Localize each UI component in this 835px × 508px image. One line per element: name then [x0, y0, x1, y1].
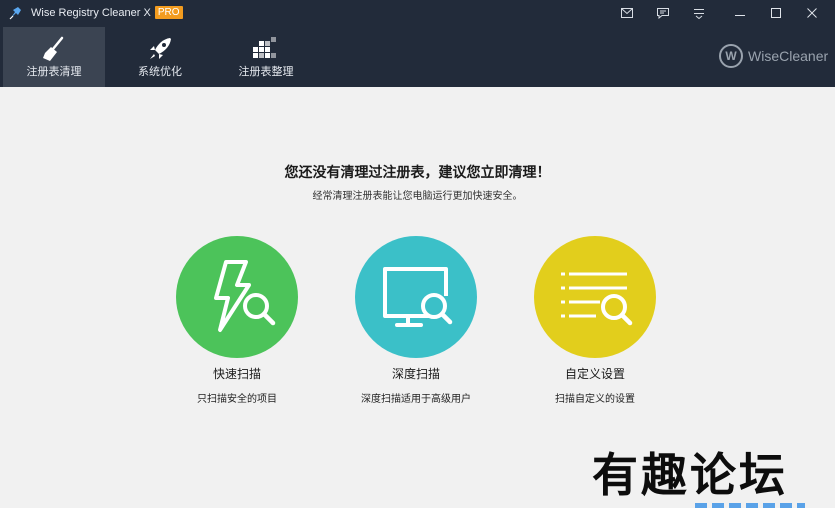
maximize-button[interactable] — [758, 0, 794, 26]
settings-menu-button[interactable] — [681, 0, 717, 26]
minimize-button[interactable] — [722, 0, 758, 26]
app-title: Wise Registry Cleaner X PRO — [31, 6, 183, 20]
app-logo-icon — [9, 7, 21, 20]
maximize-icon — [771, 8, 781, 18]
mail-button[interactable] — [609, 0, 645, 26]
app-header: Wise Registry Cleaner X PRO 注册表清理 系统优化 注… — [0, 0, 835, 87]
tab-registry-cleaner[interactable]: 注册表清理 — [3, 27, 105, 87]
tab-label: 系统优化 — [138, 65, 182, 78]
monitor-search-icon — [383, 267, 453, 327]
headline: 您还没有清理过注册表，建议您立即清理！ — [284, 165, 551, 181]
deep-scan-title: 深度扫描 — [391, 367, 440, 381]
lightning-search-icon — [214, 260, 276, 332]
minimize-icon — [735, 15, 745, 16]
custom-settings-title: 自定义设置 — [564, 367, 625, 381]
deep-scan-button[interactable] — [355, 236, 477, 358]
custom-settings-button[interactable] — [534, 236, 656, 358]
tab-label: 注册表清理 — [26, 65, 82, 78]
broom-icon — [43, 36, 64, 61]
deep-scan-option[interactable]: 深度扫描 深度扫描适用于高级用户 — [336, 236, 496, 416]
tab-registry-defrag[interactable]: 注册表整理 — [215, 27, 317, 87]
list-search-icon — [561, 272, 633, 326]
watermark-strip — [695, 503, 805, 508]
custom-settings-option[interactable]: 自定义设置 扫描自定义的设置 — [515, 236, 675, 416]
wisecleaner-logo[interactable]: W WiseCleaner — [719, 44, 828, 68]
quick-scan-button[interactable] — [176, 236, 298, 358]
wisecleaner-name: WiseCleaner — [748, 48, 829, 64]
subline: 经常清理注册表能让您电脑运行更加快速安全。 — [312, 191, 523, 202]
tab-system-optimize[interactable]: 系统优化 — [109, 27, 211, 87]
deep-scan-desc: 深度扫描适用于高级用户 — [361, 394, 471, 405]
settings-menu-icon — [694, 8, 704, 19]
tab-label: 注册表整理 — [238, 65, 294, 78]
feedback-icon — [657, 7, 669, 19]
quick-scan-title: 快速扫描 — [212, 367, 261, 381]
title-bar[interactable]: Wise Registry Cleaner X PRO — [0, 0, 835, 26]
app-name: Wise Registry Cleaner X — [31, 7, 151, 19]
quick-scan-desc: 只扫描安全的项目 — [197, 394, 277, 405]
rocket-icon — [150, 38, 171, 59]
close-icon — [807, 8, 817, 18]
feedback-button[interactable] — [645, 0, 681, 26]
quick-scan-option[interactable]: 快速扫描 只扫描安全的项目 — [157, 236, 317, 416]
forum-watermark: 有趣论坛 — [592, 448, 788, 502]
mail-icon — [621, 8, 633, 18]
defrag-icon — [253, 37, 276, 58]
custom-settings-desc: 扫描自定义的设置 — [555, 394, 635, 405]
wisecleaner-mark-icon: W — [719, 44, 743, 68]
pro-badge: PRO — [154, 6, 183, 19]
close-button[interactable] — [794, 0, 830, 26]
